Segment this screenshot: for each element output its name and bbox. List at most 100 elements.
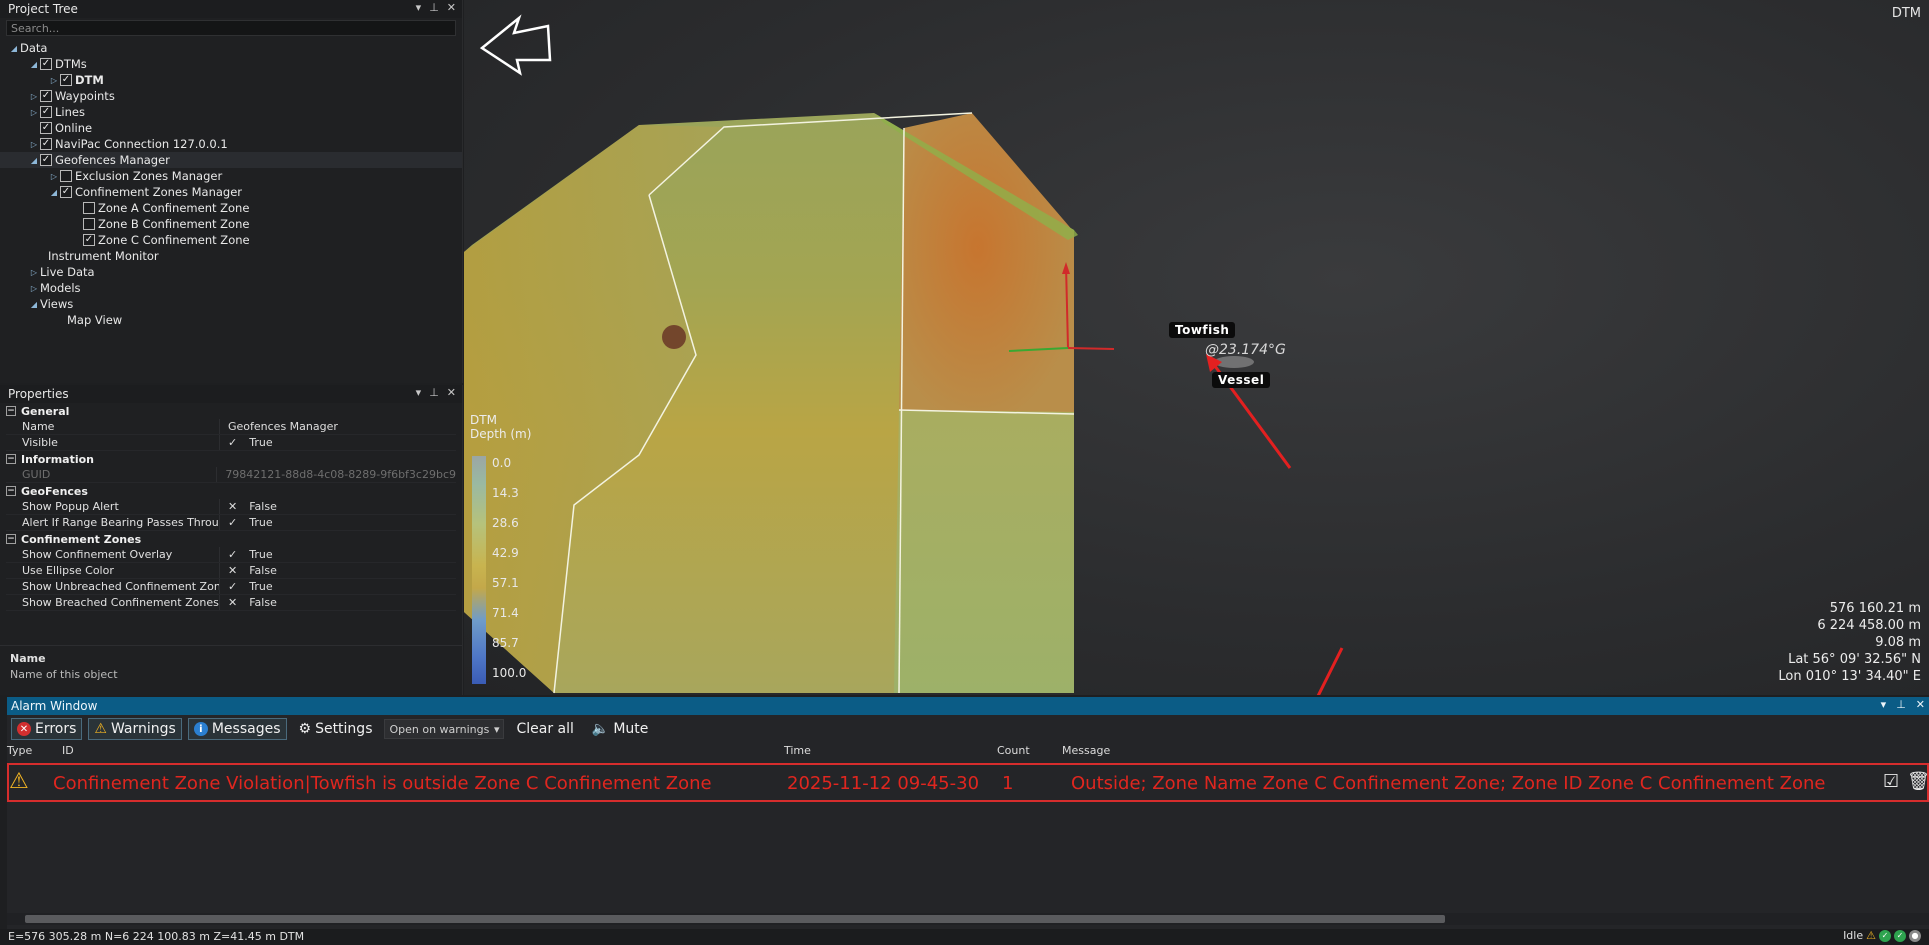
collapse-icon[interactable]: − <box>6 534 16 544</box>
collapsed-arrow-icon[interactable]: ▷ <box>28 140 40 149</box>
column-id[interactable]: ID <box>62 744 74 757</box>
prop-row-range-bearing[interactable]: Alert If Range Bearing Passes Through E✓… <box>6 515 456 531</box>
category-information[interactable]: − Information <box>6 451 456 467</box>
prop-row-visible[interactable]: Visible ✓ True <box>6 435 456 451</box>
prop-row-breached[interactable]: Show Breached Confinement Zones in Se ✕ Fa… <box>6 595 456 611</box>
checkbox-checked[interactable]: ✓ <box>83 234 95 246</box>
checkbox-checked[interactable]: ✓ <box>40 138 52 150</box>
errors-filter-button[interactable]: ✕ Errors <box>11 718 83 740</box>
prop-value[interactable]: ✕ False <box>220 500 277 513</box>
column-count[interactable]: Count <box>997 744 1030 757</box>
collapsed-arrow-icon[interactable]: ▷ <box>48 172 60 181</box>
settings-button[interactable]: ⚙ Settings <box>293 718 379 740</box>
warning-icon: ⚠ <box>1866 929 1876 942</box>
checkbox-checked[interactable]: ✓ <box>40 90 52 102</box>
category-geofences[interactable]: − GeoFences <box>6 483 456 499</box>
prop-row-name[interactable]: Name Geofences Manager <box>6 419 456 435</box>
open-mode-select[interactable]: Open on warnings ▾ <box>384 719 505 739</box>
tree-item-navipac[interactable]: ▷ ✓ NaviPac Connection 127.0.0.1 <box>0 136 462 152</box>
prop-value[interactable]: Geofences Manager <box>220 420 338 433</box>
expanded-arrow-icon[interactable]: ◢ <box>48 188 60 197</box>
acknowledge-icon[interactable]: ☑ <box>1883 771 1899 792</box>
mute-button[interactable]: 🔈 Mute <box>586 718 655 740</box>
map-canvas[interactable] <box>464 0 1929 695</box>
prop-row-guid[interactable]: GUID 79842121-88d8-4c08-8289-9f6bf3c29bc9 <box>6 467 456 483</box>
prop-value[interactable]: ✕ False <box>220 564 277 577</box>
tree-item-waypoints[interactable]: ▷ ✓ Waypoints <box>0 88 462 104</box>
warnings-filter-button[interactable]: ⚠ Warnings <box>88 718 182 740</box>
tree-item-views[interactable]: ◢ Views <box>0 296 462 312</box>
scrollbar-thumb[interactable] <box>25 915 1445 923</box>
tree-item-models[interactable]: ▷ Models <box>0 280 462 296</box>
checkbox-checked[interactable]: ✓ <box>40 58 52 70</box>
prop-value[interactable]: ✓ True <box>220 548 273 561</box>
tree-item-live-data[interactable]: ▷ Live Data <box>0 264 462 280</box>
pin-icon[interactable]: ⊥ <box>1896 698 1906 711</box>
expanded-arrow-icon[interactable]: ◢ <box>28 156 40 165</box>
warning-icon: ⚠ <box>9 769 29 794</box>
collapsed-arrow-icon[interactable]: ▷ <box>28 284 40 293</box>
collapsed-arrow-icon[interactable]: ▷ <box>48 76 60 85</box>
checkbox-unchecked[interactable] <box>83 202 95 214</box>
checkbox-unchecked[interactable] <box>60 170 72 182</box>
horizontal-scrollbar[interactable] <box>7 913 1929 925</box>
tree-item-geofences-manager[interactable]: ◢ ✓ Geofences Manager <box>0 152 462 168</box>
tree-item-exclusion-zones[interactable]: ▷ Exclusion Zones Manager <box>0 168 462 184</box>
legend-tick: 85.7 <box>492 636 519 650</box>
messages-filter-button[interactable]: i Messages <box>187 718 287 740</box>
clear-all-button[interactable]: Clear all <box>510 718 579 740</box>
checkbox-checked[interactable]: ✓ <box>60 74 72 86</box>
map-view[interactable]: DTM Towfish @23.174°G Vessel DTM Depth (… <box>464 0 1929 695</box>
prop-value[interactable]: ✕ False <box>220 596 277 609</box>
column-type[interactable]: Type <box>7 744 32 757</box>
pin-icon[interactable]: ⊥ <box>429 1 439 14</box>
tree-item-zone-b[interactable]: Zone B Confinement Zone <box>0 216 462 232</box>
checkbox-checked[interactable]: ✓ <box>40 106 52 118</box>
tree-item-zone-c[interactable]: ✓ Zone C Confinement Zone <box>0 232 462 248</box>
expanded-arrow-icon[interactable]: ◢ <box>28 60 40 69</box>
checkbox-checked[interactable]: ✓ <box>40 122 52 134</box>
expanded-arrow-icon[interactable]: ◢ <box>8 44 20 53</box>
column-time[interactable]: Time <box>784 744 811 757</box>
close-icon[interactable]: ✕ <box>1916 698 1925 711</box>
tree-item-instrument-monitor[interactable]: Instrument Monitor <box>0 248 462 264</box>
prop-row-overlay[interactable]: Show Confinement Overlay ✓ True <box>6 547 456 563</box>
category-general[interactable]: − General <box>6 403 456 419</box>
search-input[interactable]: Search... <box>6 20 456 36</box>
dropdown-icon[interactable]: ▾ <box>416 1 422 14</box>
checkbox-unchecked[interactable] <box>83 218 95 230</box>
collapsed-arrow-icon[interactable]: ▷ <box>28 268 40 277</box>
tree-item-lines[interactable]: ▷ ✓ Lines <box>0 104 462 120</box>
dropdown-icon[interactable]: ▾ <box>416 386 422 399</box>
collapse-icon[interactable]: − <box>6 486 16 496</box>
tree-item-map-view[interactable]: Map View <box>0 312 462 328</box>
prop-row-unbreached[interactable]: Show Unbreached Confinement Zones ✓ True <box>6 579 456 595</box>
alarm-window-title-text: Alarm Window <box>11 699 98 713</box>
alarm-row[interactable]: ⚠ Confinement Zone Violation|Towfish is … <box>7 763 1929 802</box>
prop-row-ellipse-color[interactable]: Use Ellipse Color ✕ False <box>6 563 456 579</box>
tree-item-confinement-zones[interactable]: ◢ ✓ Confinement Zones Manager <box>0 184 462 200</box>
tree-item-dtms[interactable]: ◢ ✓ DTMs <box>0 56 462 72</box>
column-message[interactable]: Message <box>1062 744 1110 757</box>
prop-row-popup-alert[interactable]: Show Popup Alert ✕ False <box>6 499 456 515</box>
expanded-arrow-icon[interactable]: ◢ <box>28 300 40 309</box>
tree-item-dtm[interactable]: ▷ ✓ DTM <box>0 72 462 88</box>
tree-item-zone-a[interactable]: Zone A Confinement Zone <box>0 200 462 216</box>
prop-value[interactable]: ✓ True <box>220 436 273 449</box>
prop-value[interactable]: ✓ True <box>220 580 273 593</box>
collapsed-arrow-icon[interactable]: ▷ <box>28 92 40 101</box>
tree-item-online[interactable]: ✓ Online <box>0 120 462 136</box>
collapsed-arrow-icon[interactable]: ▷ <box>28 108 40 117</box>
dropdown-icon[interactable]: ▾ <box>1881 698 1887 711</box>
collapse-icon[interactable]: − <box>6 454 16 464</box>
close-icon[interactable]: ✕ <box>447 1 456 14</box>
close-icon[interactable]: ✕ <box>447 386 456 399</box>
pin-icon[interactable]: ⊥ <box>429 386 439 399</box>
tree-item-data[interactable]: ◢ Data <box>0 40 462 56</box>
delete-icon[interactable]: 🗑 <box>1907 771 1929 792</box>
checkbox-checked[interactable]: ✓ <box>60 186 72 198</box>
category-confinement[interactable]: − Confinement Zones <box>6 531 456 547</box>
collapse-icon[interactable]: − <box>6 406 16 416</box>
checkbox-checked[interactable]: ✓ <box>40 154 52 166</box>
prop-value[interactable]: ✓ True <box>220 516 273 529</box>
